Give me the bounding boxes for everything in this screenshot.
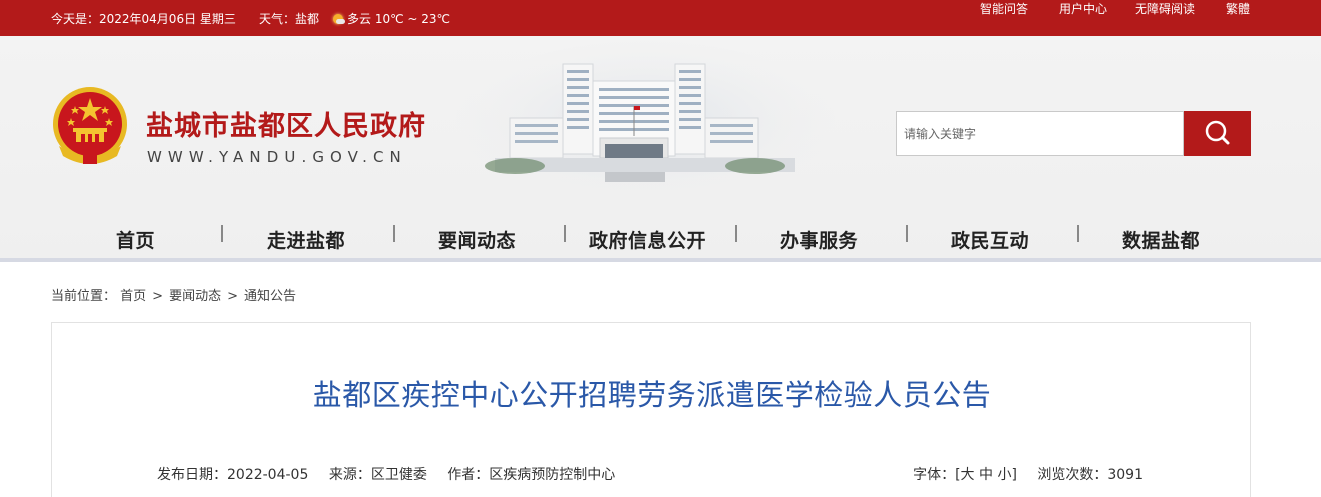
- nav-item-services[interactable]: 办事服务: [780, 226, 858, 253]
- nav-item-news[interactable]: 要闻动态: [438, 226, 516, 253]
- nav-separator: [906, 225, 908, 242]
- accessibility-link[interactable]: 无障碍阅读: [1135, 0, 1195, 17]
- search-button[interactable]: [1184, 111, 1251, 156]
- nav-item-interaction[interactable]: 政民互动: [951, 226, 1029, 253]
- nav-separator: [735, 225, 737, 242]
- weather-label: 天气：盐都: [259, 12, 320, 26]
- article-author: 作者：区疾病预防控制中心: [447, 467, 616, 483]
- nav-item-home[interactable]: 首页: [116, 226, 155, 253]
- weather-info: 天气：盐都 多云 10℃ ~ 23℃: [259, 10, 450, 27]
- article-source: 来源：区卫健委: [328, 467, 427, 483]
- user-center-link[interactable]: 用户中心: [1059, 0, 1107, 17]
- nav-item-about[interactable]: 走进盐都: [267, 226, 345, 253]
- article-tools: 字体：[大 中 小] 浏览次数：3091: [913, 464, 1143, 484]
- nav-separator: [1077, 225, 1079, 242]
- search-icon: [1205, 120, 1230, 145]
- breadcrumb-label: 当前位置：: [51, 289, 117, 304]
- font-size-selector[interactable]: [大 中 小]: [955, 467, 1017, 483]
- breadcrumb-separator: >: [152, 289, 164, 304]
- nav-item-gov-info[interactable]: 政府信息公开: [589, 226, 706, 253]
- article-container: 盐都区疾控中心公开招聘劳务派遣医学检验人员公告 发布日期：2022-04-05 …: [51, 322, 1251, 497]
- nav-separator: [393, 225, 395, 242]
- breadcrumb-news[interactable]: 要闻动态: [169, 289, 221, 304]
- site-header: 盐城市盐都区人民政府 WWW.YANDU.GOV.CN 请输入关键字 首页 走进…: [0, 36, 1321, 262]
- publish-date: 发布日期：2022-04-05: [157, 467, 309, 483]
- view-count: 浏览次数：3091: [1037, 467, 1143, 483]
- partly-cloudy-icon: [331, 12, 346, 26]
- font-size-label: 字体：: [913, 467, 956, 483]
- nav-separator: [564, 225, 566, 242]
- national-emblem-logo[interactable]: [51, 86, 129, 168]
- main-nav: 首页 走进盐都 要闻动态 政府信息公开 办事服务 政民互动 数据盐都: [0, 218, 1321, 260]
- breadcrumb: 当前位置： 首页 > 要闻动态 > 通知公告: [51, 285, 296, 304]
- breadcrumb-notices[interactable]: 通知公告: [244, 289, 296, 304]
- search-input[interactable]: [897, 112, 1183, 155]
- government-building-image: [455, 41, 835, 196]
- nav-item-data[interactable]: 数据盐都: [1122, 226, 1200, 253]
- search-box: [896, 111, 1184, 156]
- breadcrumb-separator: >: [227, 289, 238, 304]
- breadcrumb-home[interactable]: 首页: [120, 289, 146, 304]
- site-domain: WWW.YANDU.GOV.CN: [147, 148, 407, 166]
- article-meta: 发布日期：2022-04-05 来源：区卫健委 作者：区疾病预防控制中心: [157, 464, 631, 484]
- nav-separator: [221, 225, 223, 242]
- weather-text: 多云 10℃ ~ 23℃: [347, 12, 451, 26]
- top-bar: 今天是：2022年04月06日 星期三 天气：盐都 多云 10℃ ~ 23℃ 智…: [0, 0, 1321, 36]
- current-date: 今天是：2022年04月06日 星期三: [51, 12, 236, 26]
- smart-qa-link[interactable]: 智能问答: [980, 0, 1028, 17]
- article-title: 盐都区疾控中心公开招聘劳务派遣医学检验人员公告: [312, 378, 992, 412]
- traditional-chinese-link[interactable]: 繁體: [1226, 0, 1250, 17]
- site-title[interactable]: 盐城市盐都区人民政府: [146, 104, 426, 143]
- nav-underline: [0, 258, 1321, 262]
